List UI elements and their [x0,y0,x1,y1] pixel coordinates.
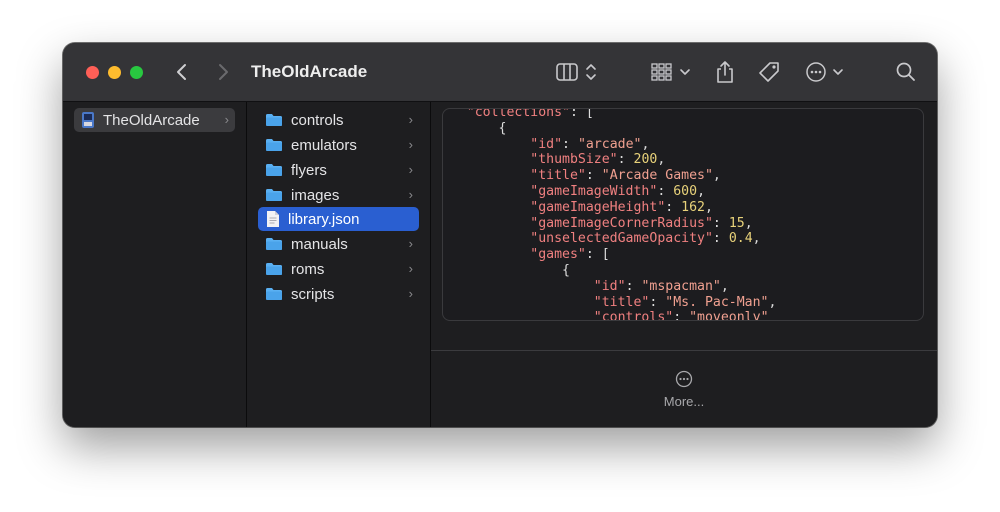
folder-icon [265,163,283,177]
toolbar: TheOldArcade [63,43,937,102]
list-item-selected[interactable]: library.json [258,207,419,231]
code-line: "id": "arcade", [530,136,650,152]
code-text: "collections": [ { "id": "arcade", "thum… [442,108,777,321]
preview-pane: "collections": [ { "id": "arcade", "thum… [431,102,937,427]
item-label: manuals [291,235,348,253]
chevron-right-icon: › [224,112,229,127]
sidebar-item-label: TheOldArcade [103,111,200,129]
code-line: "gameImageHeight": 162, [530,199,713,215]
item-label: controls [291,111,344,129]
more-icon [639,370,729,388]
finder-window: TheOldArcade TheOldArcade › controls › e… [63,43,937,427]
view-columns-icon[interactable] [556,60,600,84]
group-icon[interactable] [651,60,693,84]
code-line: { [442,120,507,136]
list-item[interactable]: roms › [258,257,419,281]
sidebar-item-theoldarcade[interactable]: TheOldArcade › [74,108,235,132]
file-icon [266,210,280,228]
folder-icon [265,138,283,152]
share-icon[interactable] [715,60,735,84]
item-label: emulators [291,136,357,154]
code-line: "controls": "moveonly" [593,310,769,321]
code-line: "id": "mspacman", [593,278,729,294]
divider [431,350,937,351]
code-line: "unselectedGameOpacity": 0.4, [530,231,761,247]
code-line: "title": "Ms. Pac-Man", [593,294,777,310]
folder-icon [265,188,283,202]
folder-icon [265,287,283,301]
file-column: controls › emulators › flyers › images › [247,102,431,427]
item-label: images [291,186,340,204]
window-title: TheOldArcade [251,62,368,81]
item-label: roms [291,260,325,278]
back-icon[interactable] [175,60,189,84]
search-icon[interactable] [895,60,917,84]
zoom-button[interactable] [130,66,143,79]
chevron-right-icon: › [408,162,413,177]
more-actions-icon[interactable] [806,60,846,84]
list-item[interactable]: images › [258,183,419,207]
code-line: "collections": [ [466,108,594,120]
tag-icon[interactable] [757,60,781,84]
chevron-right-icon: › [408,261,413,276]
item-label: scripts [291,285,335,303]
code-line: "gameImageWidth": 600, [530,183,706,199]
chevron-right-icon: › [408,137,413,152]
code-line: { [442,262,570,278]
folder-icon [265,262,283,276]
chevron-right-icon: › [408,236,413,251]
minimize-button[interactable] [108,66,121,79]
list-item[interactable]: manuals › [258,232,419,256]
forward-icon[interactable] [216,60,230,84]
code-line: "gameImageCornerRadius": 15, [530,215,753,231]
more-button[interactable]: More... [639,370,729,409]
code-line: "games": [ [530,247,610,263]
list-item[interactable]: controls › [258,108,419,132]
item-label: flyers [291,161,327,179]
more-label: More... [663,394,705,409]
item-label: library.json [288,210,360,228]
code-line: "title": "Arcade Games", [530,168,721,184]
chevron-right-icon: › [408,112,413,127]
list-item[interactable]: flyers › [258,158,419,182]
code-line: "thumbSize": 200, [530,152,666,168]
chevron-right-icon: › [408,286,413,301]
sidebar: TheOldArcade › [63,102,247,427]
folder-icon [265,237,283,251]
json-preview[interactable]: "collections": [ { "id": "arcade", "thum… [442,108,924,321]
chevron-right-icon: › [408,187,413,202]
close-button[interactable] [86,66,99,79]
list-item[interactable]: scripts › [258,282,419,306]
app-icon [81,111,95,129]
list-item[interactable]: emulators › [258,133,419,157]
folder-icon [265,113,283,127]
